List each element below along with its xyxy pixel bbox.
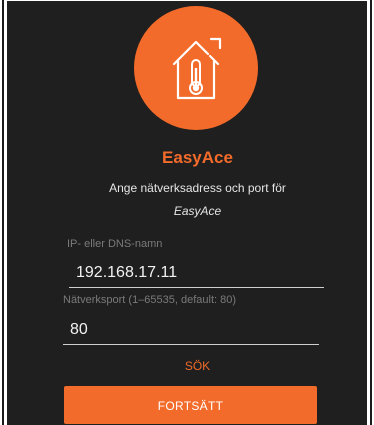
frame-right-border [370,0,372,425]
port-input-value: 80 [70,321,88,338]
frame-left-border [2,0,4,425]
device-frame: EasyAce Ange nätverksadress och port för… [0,0,374,425]
port-input[interactable]: 80 [63,318,319,345]
app-screen: EasyAce Ange nätverksadress och port för… [7,1,367,425]
host-field-label: IP- eller DNS-namn [67,238,163,250]
app-title: EasyAce [162,148,233,167]
search-button[interactable]: SÖK [7,359,367,373]
instruction-app-name: EasyAce [173,204,222,218]
port-field-label: Nätverksport (1–65535, default: 80) [63,294,237,306]
app-logo [134,6,258,130]
continue-button[interactable]: FORTSÄTT [64,386,317,424]
host-input[interactable]: 192.168.17.11 [69,261,324,288]
host-input-value: 192.168.17.11 [76,264,178,281]
instruction-text: Ange nätverksadress och port för [109,181,286,195]
house-thermometer-icon [172,37,222,100]
